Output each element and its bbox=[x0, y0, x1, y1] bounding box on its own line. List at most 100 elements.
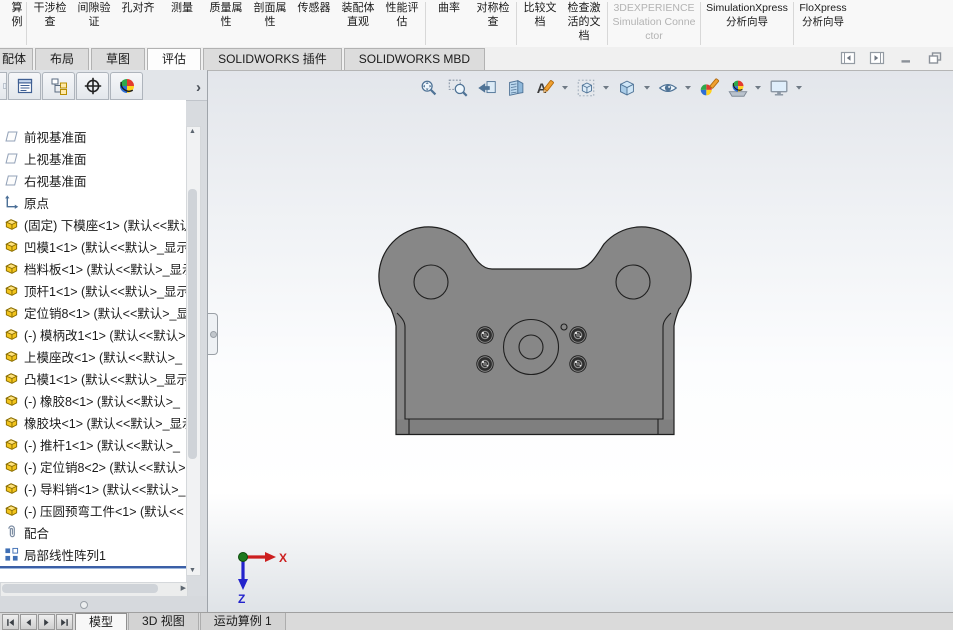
toolbar-item[interactable]: 性能评估 bbox=[380, 0, 424, 47]
previous-view-icon[interactable] bbox=[474, 75, 500, 101]
panel-tab-dimxpertmanager[interactable] bbox=[76, 72, 109, 100]
zoom-area-icon[interactable] bbox=[445, 75, 471, 101]
doc-tab-模型[interactable]: 模型 bbox=[75, 613, 128, 630]
toolbar-separator bbox=[607, 2, 608, 45]
doc-tab-3D 视图[interactable]: 3D 视图 bbox=[128, 613, 199, 630]
tree-item[interactable]: 局部线性阵列1 bbox=[0, 543, 186, 565]
tree-vertical-scrollbar[interactable]: ▲ ▼ bbox=[186, 126, 201, 576]
rollback-bar[interactable] bbox=[0, 566, 186, 569]
dropdown-caret-icon[interactable] bbox=[795, 85, 804, 91]
horizontal-scroll-thumb[interactable] bbox=[2, 584, 158, 593]
toolbar-item[interactable]: 比较文档 bbox=[518, 0, 562, 47]
collapse-right-pane-icon[interactable] bbox=[869, 51, 885, 65]
vertical-scroll-thumb[interactable] bbox=[188, 189, 197, 459]
tabnav-previous-icon[interactable] bbox=[20, 614, 37, 630]
tree-item[interactable]: 顶杆1<1> (默认<<默认>_显示 bbox=[0, 279, 186, 301]
command-manager-tabs: 配体 布局 草图 评估 SOLIDWORKS 插件 SOLIDWORKS MBD bbox=[0, 47, 953, 71]
tree-item[interactable]: 定位销8<1> (默认<<默认>_显 bbox=[0, 301, 186, 323]
collapse-left-pane-icon[interactable] bbox=[840, 51, 856, 65]
dropdown-caret-icon[interactable] bbox=[602, 85, 611, 91]
toolbar-item[interactable]: 间隙验证 bbox=[72, 0, 116, 47]
tabnav-last-icon[interactable] bbox=[56, 614, 73, 630]
scroll-up-icon[interactable]: ▲ bbox=[187, 128, 198, 135]
tab-草图[interactable]: 草图 bbox=[91, 48, 146, 70]
apply-scene-icon[interactable] bbox=[725, 75, 751, 101]
dropdown-caret-icon[interactable] bbox=[643, 85, 652, 91]
tree-item[interactable]: (固定) 下模座<1> (默认<<默认 bbox=[0, 213, 186, 235]
assembly-model-front-view[interactable]: X Z bbox=[208, 71, 953, 611]
toolbar-item[interactable]: 孔对齐 bbox=[116, 0, 160, 47]
model-silhouette[interactable] bbox=[378, 226, 692, 436]
toolbar-item[interactable]: 对称检查 bbox=[471, 0, 515, 47]
tree-item[interactable]: (-) 推杆1<1> (默认<<默认>_ bbox=[0, 433, 186, 455]
tab-布局[interactable]: 布局 bbox=[35, 48, 90, 70]
panel-tab-featuremanager[interactable] bbox=[0, 72, 7, 100]
tree-item[interactable]: (-) 压圆预弯工件<1> (默认<< bbox=[0, 499, 186, 521]
splitter-dot[interactable] bbox=[80, 601, 88, 609]
tree-item[interactable]: 凸模1<1> (默认<<默认>_显示 bbox=[0, 367, 186, 389]
toolbar-item[interactable]: 干涉检查 bbox=[28, 0, 72, 47]
reference-triad: X Z bbox=[238, 551, 287, 606]
scroll-down-icon[interactable]: ▼ bbox=[187, 567, 198, 574]
minimize-window-icon[interactable] bbox=[898, 51, 914, 65]
tree-item[interactable]: 上模座改<1> (默认<<默认>_ bbox=[0, 345, 186, 367]
tree-item[interactable]: (-) 模柄改1<1> (默认<<默认> bbox=[0, 323, 186, 345]
tree-item[interactable]: (-) 导料销<1> (默认<<默认>_ bbox=[0, 477, 186, 499]
tab-SOLIDWORKS 插件[interactable]: SOLIDWORKS 插件 bbox=[203, 48, 342, 70]
tree-item[interactable]: 凹模1<1> (默认<<默认>_显示 bbox=[0, 235, 186, 257]
toolbar-item-label: 间隙验证 bbox=[77, 2, 111, 28]
view-settings-icon[interactable] bbox=[766, 75, 792, 101]
tree-item[interactable]: 档料板<1> (默认<<默认>_显示 bbox=[0, 257, 186, 279]
section-view-icon[interactable] bbox=[503, 75, 529, 101]
zoom-fit-icon[interactable] bbox=[416, 75, 442, 101]
tree-item-label: (固定) 下模座<1> (默认<<默认 bbox=[24, 218, 186, 233]
tabnav-next-icon[interactable] bbox=[38, 614, 55, 630]
toolbar-item[interactable]: 测量 bbox=[160, 0, 204, 47]
tabnav-first-icon[interactable] bbox=[2, 614, 19, 630]
scroll-right-icon[interactable]: ▶ bbox=[181, 584, 186, 592]
toolbar-item[interactable]: SimulationXpress 分析向导 bbox=[702, 0, 792, 47]
restore-window-icon[interactable] bbox=[927, 51, 943, 65]
panel-tab-propertymanager[interactable] bbox=[8, 72, 41, 100]
toolbar-item: 3DEXPERIENCE Simulation Connector bbox=[609, 0, 699, 47]
edit-appearance-icon[interactable] bbox=[696, 75, 722, 101]
dropdown-caret-icon[interactable] bbox=[754, 85, 763, 91]
tree-item[interactable]: 上视基准面 bbox=[0, 147, 186, 169]
toolbar-item-label: 算例 bbox=[11, 2, 23, 28]
toolbar-item[interactable]: 质量属性 bbox=[204, 0, 248, 47]
panel-splitter-handle[interactable] bbox=[208, 313, 218, 355]
tree-item[interactable]: (-) 定位销8<2> (默认<<默认> bbox=[0, 455, 186, 477]
toolbar-separator bbox=[425, 2, 426, 45]
hide-show-items-icon[interactable] bbox=[655, 75, 681, 101]
origin-dot-icon bbox=[238, 552, 248, 562]
tab-SOLIDWORKS MBD[interactable]: SOLIDWORKS MBD bbox=[343, 48, 486, 70]
tree-item[interactable]: 橡胶块<1> (默认<<默认>_显示 bbox=[0, 411, 186, 433]
toolbar-item[interactable]: 装配体直观 bbox=[336, 0, 380, 47]
toolbar-item[interactable]: 传感器 bbox=[292, 0, 336, 47]
panel-tab-displaymanager[interactable] bbox=[110, 72, 143, 100]
graphics-area[interactable]: X Z A bbox=[207, 70, 953, 612]
dropdown-caret-icon[interactable] bbox=[561, 85, 570, 91]
toolbar-item[interactable]: 曲率 bbox=[427, 0, 471, 47]
tree-item[interactable]: 原点 bbox=[0, 191, 186, 213]
toolbar-item-partial[interactable]: 算例 bbox=[0, 0, 25, 47]
tree-item[interactable]: 配合 bbox=[0, 521, 186, 543]
tab-配体[interactable]: 配体 bbox=[0, 48, 34, 70]
document-tabs-bar: 模型 3D 视图 运动算例 1 bbox=[0, 612, 953, 630]
toolbar-item[interactable]: 剖面属性 bbox=[248, 0, 292, 47]
view-orientation-icon[interactable] bbox=[573, 75, 599, 101]
tree-item[interactable]: 右视基准面 bbox=[0, 169, 186, 191]
display-style-icon[interactable] bbox=[614, 75, 640, 101]
panel-tab-configurationmanager[interactable] bbox=[42, 72, 75, 100]
tree-item-label: 上模座改<1> (默认<<默认>_ bbox=[24, 350, 183, 365]
expand-pane-arrow[interactable]: › bbox=[196, 79, 201, 96]
annotation-views-icon[interactable]: A bbox=[532, 75, 558, 101]
dropdown-caret-icon[interactable] bbox=[684, 85, 693, 91]
tree-item[interactable]: 前视基准面 bbox=[0, 125, 186, 147]
toolbar-item[interactable]: 检查激活的文档 bbox=[562, 0, 606, 59]
tree-item[interactable]: (-) 橡胶8<1> (默认<<默认>_ bbox=[0, 389, 186, 411]
tab-评估[interactable]: 评估 bbox=[147, 48, 202, 70]
doc-tab-运动算例 1[interactable]: 运动算例 1 bbox=[199, 613, 286, 630]
tree-horizontal-scrollbar[interactable]: ▶ bbox=[0, 582, 188, 597]
toolbar-item[interactable]: FloXpress 分析向导 bbox=[795, 0, 851, 47]
